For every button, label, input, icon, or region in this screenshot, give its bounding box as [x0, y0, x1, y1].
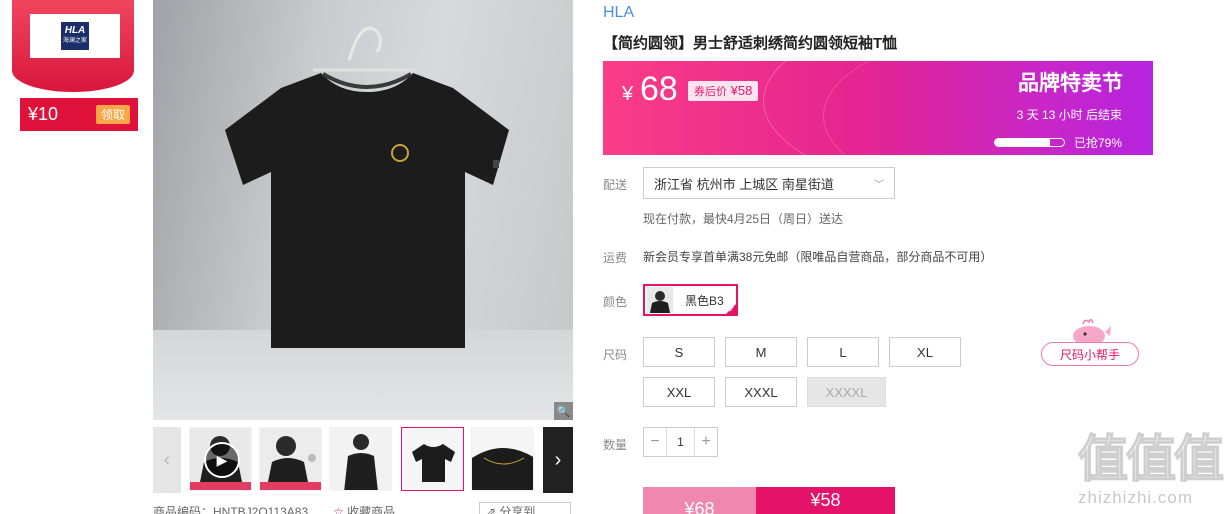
promo-banner: ¥ 68 券后价 ¥58 品牌特卖节 3 天 13 小时 后结束 已抢79%: [603, 61, 1153, 155]
sold-percent-label: 已抢79%: [1073, 136, 1122, 150]
coupon-badge: HLA 海澜之家 ¥10 领取: [12, 0, 138, 132]
thumbnail-prev-button[interactable]: ‹: [153, 427, 181, 493]
shipping-text: 新会员专享首单满38元免邮（限唯品自营商品，部分商品不可用）: [643, 250, 993, 264]
size-option-xxxxl: XXXXL: [807, 377, 886, 407]
main-product-image[interactable]: [153, 0, 573, 420]
buy-original-price-button[interactable]: ¥68: [643, 487, 756, 514]
coupon-banner: HLA 海澜之家: [12, 0, 134, 92]
event-title: 品牌特卖节: [1018, 72, 1123, 95]
watermark-chars: 值值值: [1077, 430, 1225, 488]
size-option-xxxl[interactable]: XXXL: [725, 377, 797, 407]
shipping-label: 运费: [603, 251, 628, 265]
size-option-m[interactable]: M: [725, 337, 797, 367]
delivery-label: 配送: [603, 178, 628, 192]
quantity-input[interactable]: 1: [666, 428, 695, 456]
buy-now-button[interactable]: ¥58: [756, 487, 895, 514]
tshirt-image: [225, 26, 509, 348]
thumbnail-model-back[interactable]: [329, 427, 392, 491]
thumbnail-strip: ‹ ▶ ›: [153, 427, 573, 493]
play-icon[interactable]: ▶: [204, 442, 240, 478]
price-value: 68: [640, 70, 678, 108]
price-currency: ¥: [622, 83, 634, 105]
color-option-selected[interactable]: 黑色B3 ✓: [643, 284, 738, 316]
brand-logo-text: HLA: [64, 25, 86, 36]
after-coupon-price-badge: 券后价 ¥58: [688, 81, 759, 101]
share-icon: ⇗: [486, 505, 500, 514]
watermark-url: zhizhizhi.com: [1078, 488, 1194, 507]
thumbnail-collar-detail[interactable]: [471, 427, 534, 491]
color-option-label: 黑色B3: [685, 293, 724, 308]
delivery-location-select[interactable]: 浙江省 杭州市 上城区 南星街道 ﹀: [643, 167, 895, 199]
thumbnail-tshirt-flat[interactable]: [401, 427, 464, 491]
thumbnail-video[interactable]: ▶: [189, 427, 252, 491]
after-coupon-price: ¥58: [730, 83, 753, 98]
after-coupon-label: 券后价: [694, 86, 727, 98]
claim-coupon-button[interactable]: 领取: [95, 105, 130, 124]
size-option-l[interactable]: L: [807, 337, 879, 367]
quantity-label: 数量: [603, 438, 628, 452]
thumbnail-next-button[interactable]: ›: [543, 427, 573, 493]
size-option-s[interactable]: S: [643, 337, 715, 367]
brand-logo-subtext: 海澜之家: [62, 38, 87, 44]
size-helper-label[interactable]: 尺码小帮手: [1041, 342, 1139, 366]
chevron-down-icon: ﹀: [874, 179, 884, 191]
check-icon: ✓: [728, 305, 735, 314]
brand-link[interactable]: HLA: [603, 4, 634, 22]
size-label: 尺码: [603, 348, 628, 362]
coupon-bar[interactable]: ¥10 领取: [20, 98, 138, 131]
product-meta-row: 商品编码：HNTBJ2Q113A83 ☆ 收藏商品 ⇗ 分享到: [153, 502, 573, 514]
thumbnail-model-pose[interactable]: [259, 427, 322, 491]
size-option-xl[interactable]: XL: [889, 337, 961, 367]
quantity-minus-button[interactable]: −: [644, 428, 666, 456]
site-watermark: 值值值 zhizhizhi.com: [1077, 430, 1226, 514]
sold-progress-bar: [994, 138, 1065, 147]
color-label: 颜色: [603, 295, 628, 309]
zoom-icon[interactable]: 🔍: [554, 402, 573, 420]
favorite-label: 收藏商品: [347, 505, 396, 514]
size-option-xxl[interactable]: XXL: [643, 377, 715, 407]
countdown-timer: 3 天 13 小时 后结束: [1016, 108, 1122, 122]
brand-logo-mark: HLA 海澜之家: [61, 22, 89, 50]
quantity-plus-button[interactable]: +: [695, 428, 717, 456]
product-code: 商品编码：HNTBJ2Q113A83: [153, 505, 309, 514]
delivery-estimate: 现在付款，最快4月25日（周日）送达: [643, 212, 844, 226]
size-helper[interactable]: 尺码小帮手: [1041, 310, 1139, 367]
delivery-location-value: 浙江省 杭州市 上城区 南星街道: [654, 176, 834, 192]
favorite-button[interactable]: ☆ 收藏商品: [333, 503, 395, 514]
quantity-stepper: − 1 +: [643, 427, 718, 457]
color-swatch-image: [647, 287, 673, 313]
share-button[interactable]: ⇗ 分享到: [479, 502, 571, 514]
share-label: 分享到: [499, 505, 536, 514]
coupon-amount: ¥10: [28, 104, 59, 124]
brand-logo: HLA 海澜之家: [30, 14, 120, 58]
star-icon: ☆: [333, 505, 348, 514]
sold-progress-fill: [995, 139, 1050, 146]
product-title: 【简约圆领】男士舒适刺绣简约圆领短袖T恤: [603, 35, 898, 52]
